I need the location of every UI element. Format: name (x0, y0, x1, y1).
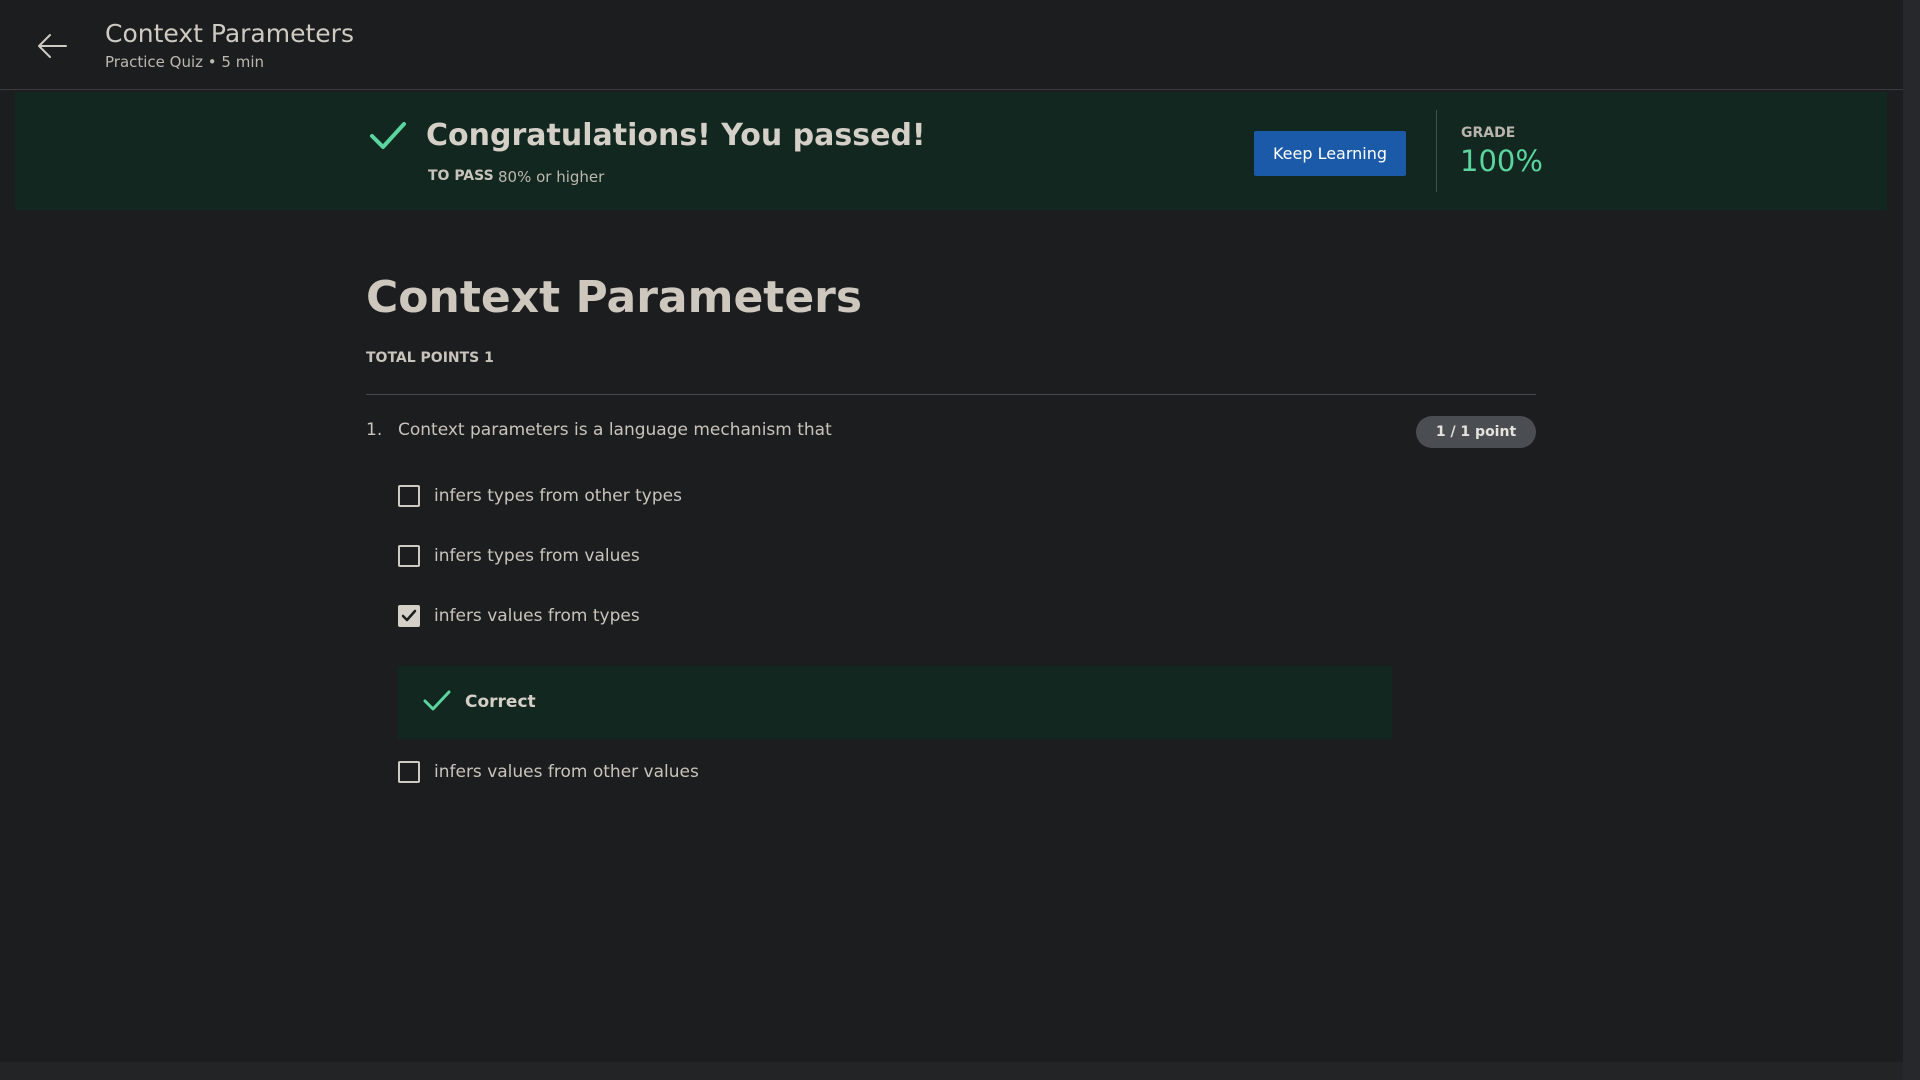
pass-message: Congratulations! You passed! (426, 118, 926, 153)
quiz-title: Context Parameters (366, 272, 863, 323)
grade-label: GRADE (1461, 125, 1516, 141)
top-bar: Context Parameters Practice Quiz • 5 min (0, 0, 1903, 90)
to-pass-label: TO PASS (428, 168, 494, 184)
option-label: infers values from other values (434, 762, 699, 782)
answer-option[interactable]: infers values from other values (398, 757, 699, 787)
check-icon (370, 122, 406, 149)
feedback-text: Correct (465, 692, 536, 712)
total-points: TOTAL POINTS 1 (366, 350, 494, 366)
arrow-left-icon (38, 34, 67, 58)
page-subtitle: Practice Quiz • 5 min (105, 53, 265, 71)
divider (1436, 110, 1437, 192)
question-number: 1. (366, 420, 383, 440)
page-title: Context Parameters (105, 19, 354, 48)
checkbox[interactable] (398, 545, 420, 567)
vertical-scrollbar[interactable] (1903, 0, 1920, 1080)
answer-option[interactable]: infers types from other types (398, 481, 682, 511)
to-pass-value: 80% or higher (498, 168, 605, 186)
checkbox[interactable] (398, 761, 420, 783)
divider (366, 394, 1536, 395)
answer-option[interactable]: infers types from values (398, 541, 640, 571)
question-text: Context parameters is a language mechani… (398, 420, 832, 440)
score-badge: 1 / 1 point (1416, 416, 1536, 448)
checkbox[interactable] (398, 485, 420, 507)
result-banner: Congratulations! You passed! TO PASS 80%… (15, 92, 1887, 210)
horizontal-scrollbar[interactable] (0, 1062, 1903, 1080)
feedback-correct: Correct (398, 666, 1392, 739)
option-label: infers types from values (434, 546, 640, 566)
check-icon (423, 690, 451, 711)
option-label: infers types from other types (434, 486, 682, 506)
checkbox-checked[interactable] (398, 605, 420, 627)
keep-learning-button[interactable]: Keep Learning (1254, 131, 1406, 176)
checkmark-icon (401, 609, 417, 622)
answer-option[interactable]: infers values from types (398, 601, 640, 631)
option-label: infers values from types (434, 606, 640, 626)
grade-value: 100% (1460, 144, 1543, 178)
back-button[interactable] (30, 24, 74, 68)
